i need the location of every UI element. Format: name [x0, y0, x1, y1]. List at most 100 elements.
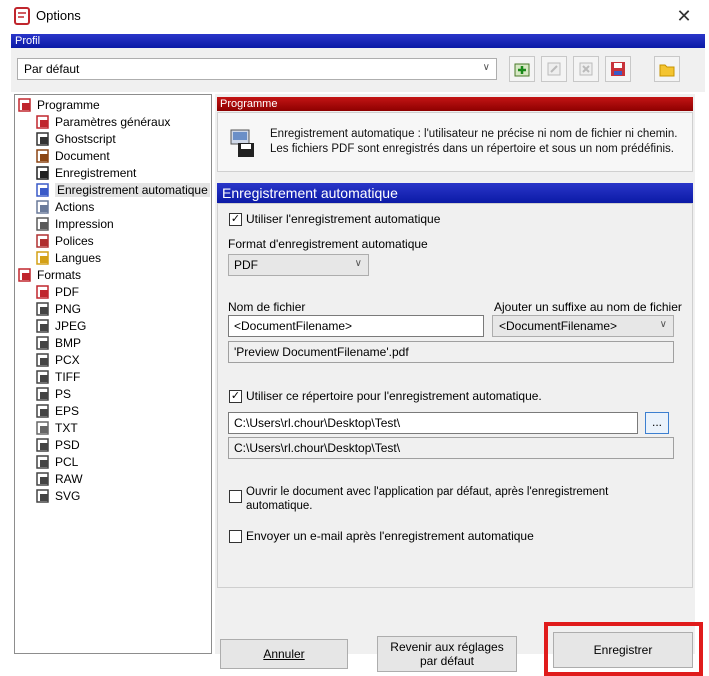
languages-icon	[36, 251, 50, 265]
printer-icon	[36, 217, 50, 231]
tree-item[interactable]: Enregistrement automatique	[36, 183, 210, 197]
rename-icon	[547, 62, 561, 76]
filename-input[interactable]: <DocumentFilename>	[228, 315, 484, 337]
tree-item[interactable]: TIFF	[36, 370, 80, 384]
open-profile-button[interactable]	[654, 56, 680, 82]
tree-item[interactable]: SVG	[36, 489, 80, 503]
open-document-checkbox[interactable]	[229, 490, 242, 503]
tree-item[interactable]: BMP	[36, 336, 81, 350]
tree-item-label: PCL	[55, 455, 79, 469]
text-file-icon	[36, 421, 50, 435]
tree-item[interactable]: Document	[36, 149, 110, 163]
cancel-button[interactable]: Annuler	[220, 639, 348, 669]
tree-item[interactable]: PCX	[36, 353, 80, 367]
image-file-icon	[36, 438, 50, 452]
tree-item[interactable]: EPS	[36, 404, 79, 418]
section-title: Enregistrement automatique	[217, 183, 693, 203]
tree-item[interactable]: PNG	[36, 302, 81, 316]
programme-band: Programme	[217, 97, 693, 111]
tree-item-label: PDF	[55, 285, 79, 299]
tree-item-label: Paramètres généraux	[55, 115, 171, 129]
info-text: Enregistrement automatique : l'utilisate…	[270, 127, 688, 157]
folder-icon	[659, 64, 675, 77]
open-document-label-line2: automatique.	[246, 500, 313, 512]
send-email-checkbox[interactable]	[229, 530, 242, 543]
pdf-icon	[36, 285, 50, 299]
filename-preview: 'Preview DocumentFilename'.pdf	[228, 341, 674, 363]
send-email-label: Envoyer un e-mail après l'enregistrement…	[246, 529, 534, 543]
tree-item-label: PSD	[55, 438, 80, 452]
autosave-icon	[36, 183, 50, 197]
tree-item-label: Formats	[37, 268, 82, 282]
chevron-down-icon: ∨	[482, 62, 490, 73]
app-icon	[18, 98, 32, 112]
tree-item-label: PS	[55, 387, 72, 401]
image-file-icon	[36, 387, 50, 401]
open-document-label-line1: Ouvrir le document avec l'application pa…	[246, 486, 609, 498]
image-file-icon	[36, 455, 50, 469]
info-line-2: Les fichiers PDF sont enregistrés dans u…	[270, 143, 674, 155]
app-icon	[36, 115, 50, 129]
tree-item-label: PNG	[55, 302, 82, 316]
tree-item-label: TIFF	[55, 370, 81, 384]
checkmark-icon: ✓	[230, 213, 241, 225]
tree-item[interactable]: JPEG	[36, 319, 86, 333]
document-icon	[36, 149, 50, 163]
tree-item-label: BMP	[55, 336, 82, 350]
add-profile-button[interactable]	[509, 56, 535, 82]
tree-item[interactable]: Polices	[36, 234, 94, 248]
reset-defaults-button[interactable]: Revenir aux réglages par défaut	[377, 636, 517, 672]
tree-item-label: Impression	[55, 217, 114, 231]
tree-item[interactable]: Enregistrement	[36, 166, 136, 180]
delete-icon	[579, 62, 593, 76]
tree-item[interactable]: Langues	[36, 251, 101, 265]
tree-item-label: SVG	[55, 489, 81, 503]
open-document-label: Ouvrir le document avec l'application pa…	[246, 485, 608, 513]
chevron-down-icon: ∨	[659, 319, 667, 330]
add-icon	[514, 63, 530, 77]
rename-profile-button[interactable]	[541, 56, 567, 82]
info-line-1: Enregistrement automatique : l'utilisate…	[270, 128, 678, 140]
app-icon	[14, 7, 30, 25]
close-button[interactable]: ✕	[672, 4, 696, 28]
suffix-label: Ajouter un suffixe au nom de fichier	[494, 300, 682, 314]
tree-item[interactable]: PS	[36, 387, 71, 401]
fonts-icon	[36, 234, 50, 248]
tree-item[interactable]: RAW	[36, 472, 83, 486]
delete-profile-button[interactable]	[573, 56, 599, 82]
image-file-icon	[36, 472, 50, 486]
ghostscript-icon	[36, 132, 50, 146]
use-autosave-checkbox[interactable]: ✓	[229, 213, 242, 226]
tree-item-label: TXT	[55, 421, 78, 435]
tree-item-label: Ghostscript	[55, 132, 116, 146]
tree-item[interactable]: PDF	[36, 285, 79, 299]
browse-button[interactable]: ...	[645, 412, 669, 434]
cancel-button-label: Annuler	[263, 647, 305, 661]
tree-item[interactable]: Actions	[36, 200, 94, 214]
actions-icon	[36, 200, 50, 214]
directory-preview: C:\Users\rl.chour\Desktop\Test\	[228, 437, 674, 459]
reset-defaults-line1: Revenir aux réglages	[390, 640, 504, 654]
tree-item[interactable]: TXT	[36, 421, 78, 435]
tree-item[interactable]: PCL	[36, 455, 78, 469]
use-directory-checkbox[interactable]: ✓	[229, 390, 242, 403]
suffix-select[interactable]: <DocumentFilename> ∨	[492, 315, 674, 337]
suffix-select-value: <DocumentFilename>	[499, 319, 618, 333]
use-directory-label: Utiliser ce répertoire pour l'enregistre…	[246, 389, 542, 403]
tree-item-label: Polices	[55, 234, 94, 248]
tree-item[interactable]: Impression	[36, 217, 114, 231]
window-title: Options	[36, 8, 81, 23]
tree-item[interactable]: Programme	[18, 98, 100, 112]
save-profile-button[interactable]	[605, 56, 631, 82]
directory-input[interactable]: C:\Users\rl.chour\Desktop\Test\	[228, 412, 638, 434]
tree-item-label: PCX	[55, 353, 80, 367]
tree-item[interactable]: Formats	[18, 268, 81, 282]
format-select-value: PDF	[234, 258, 258, 272]
tree-item[interactable]: Paramètres généraux	[36, 115, 170, 129]
tree-item[interactable]: PSD	[36, 438, 80, 452]
profile-select[interactable]: Par défaut ∨	[17, 58, 497, 80]
tree-item[interactable]: Ghostscript	[36, 132, 116, 146]
tree-item-label: Enregistrement automatique	[55, 183, 210, 197]
settings-tree[interactable]: Programme Paramètres généraux Ghostscript D…	[14, 94, 212, 654]
format-select[interactable]: PDF ∨	[228, 254, 369, 276]
